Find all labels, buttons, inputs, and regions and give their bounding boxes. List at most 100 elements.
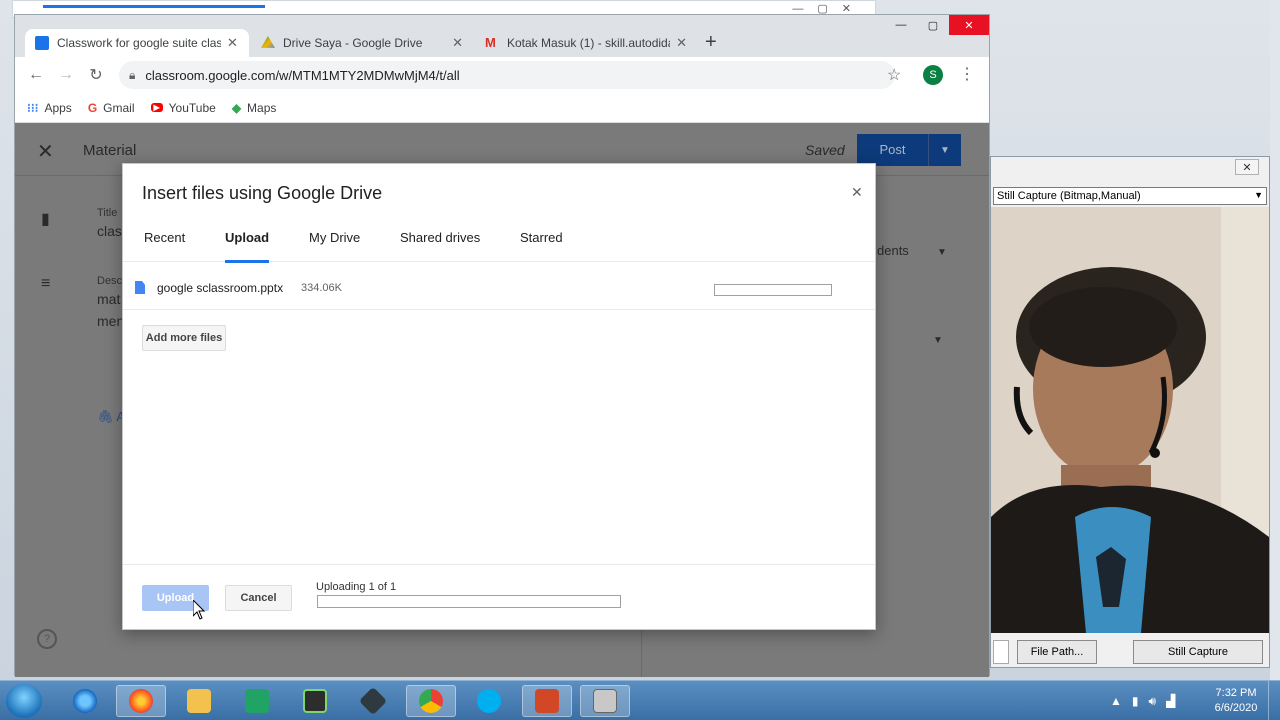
classroom-icon [35, 36, 49, 50]
bookmark-label: YouTube [168, 100, 216, 115]
tab-title: Classwork for google suite classr [57, 36, 221, 50]
tab-title: Kotak Masuk (1) - skill.autodidak [507, 36, 671, 50]
post-label: Post [857, 134, 929, 166]
taskbar-skype[interactable] [464, 685, 514, 717]
tab-upload[interactable]: Upload [225, 230, 270, 263]
total-progress-bar [317, 595, 621, 608]
dropdown-arrow-icon: ▼ [1254, 190, 1263, 200]
taskbar-internet-explorer[interactable] [60, 685, 110, 717]
upload-file-row: google sclassroom.pptx 334.06K [123, 268, 875, 310]
background-window-edge [1270, 0, 1280, 680]
tab-title: Drive Saya - Google Drive [283, 36, 423, 50]
insert-files-dialog: Insert files using Google Drive ✕ Recent… [122, 163, 876, 630]
file-icon [135, 281, 145, 294]
close-icon[interactable]: ✕ [676, 35, 687, 51]
taskbar-firefox[interactable] [116, 685, 166, 717]
bookmark-apps[interactable]: ⁝⁝⁝ Apps [27, 101, 72, 115]
maximize-button[interactable]: ▢ [917, 15, 949, 35]
google-g-icon: G [87, 100, 98, 115]
page-title: Material [83, 142, 137, 159]
menu-dots-icon[interactable]: ⋮ [959, 64, 975, 84]
powerpoint-icon [535, 689, 559, 713]
description-line: men [97, 313, 125, 329]
show-desktop-button[interactable] [1268, 681, 1280, 720]
webcam-video-feed [991, 207, 1269, 633]
file-size: 334.06K [301, 282, 342, 294]
close-icon[interactable]: ✕ [851, 184, 863, 201]
taskbar-nox[interactable] [348, 685, 398, 717]
bookmark-maps[interactable]: ◆ Maps [232, 101, 277, 115]
bookmark-star-icon[interactable]: ☆ [887, 65, 901, 85]
file-name: google sclassroom.pptx [157, 281, 284, 295]
dialog-tabs: Recent Upload My Drive Shared drives Sta… [123, 226, 875, 263]
caret-down-icon[interactable]: ▼ [933, 335, 943, 346]
title-label: Title [97, 207, 118, 219]
tab-drive[interactable]: Drive Saya - Google Drive ✕ [251, 29, 473, 57]
still-capture-button[interactable]: Still Capture [1133, 640, 1263, 664]
clock-time: 7:32 PM [1215, 687, 1257, 699]
taskbar-powerpoint[interactable] [522, 685, 572, 717]
capture-device-value: Still Capture (Bitmap,Manual) [997, 190, 1141, 202]
taskbar-spreadsheet[interactable] [232, 685, 282, 717]
dialog-footer: Upload Cancel Uploading 1 of 1 [123, 564, 875, 630]
show-hidden-icons-icon[interactable]: ▲ [1110, 694, 1122, 708]
caret-down-icon[interactable]: ▼ [937, 247, 947, 258]
students-label: dents [877, 243, 909, 258]
system-tray: ▲ ▮ 🔊︎ ▟ [1110, 685, 1175, 717]
volume-icon[interactable]: 🔊︎ [1149, 694, 1157, 709]
minimize-button[interactable]: — [885, 15, 917, 35]
network-icon[interactable]: ▟ [1166, 694, 1175, 708]
apps-grid-icon: ⁝⁝⁝ [27, 100, 39, 115]
drive-icon [261, 36, 275, 48]
tab-starred[interactable]: Starred [520, 230, 563, 262]
tab-recent[interactable]: Recent [144, 230, 185, 262]
battery-icon[interactable]: ▮ [1132, 694, 1139, 708]
help-icon[interactable]: ? [37, 629, 57, 649]
add-more-files-button[interactable]: Add more files [142, 325, 226, 351]
close-window-button[interactable]: ✕ [949, 15, 989, 35]
url-text: classroom.google.com/w/MTM1MTY2MDMwMjM4/… [145, 67, 460, 83]
browser-toolbar: ← → ↻ 🔒︎ classroom.google.com/w/MTM1MTY2… [15, 57, 989, 93]
bookmark-youtube[interactable]: ▶ YouTube [150, 100, 216, 115]
taskbar-app[interactable] [290, 685, 340, 717]
tab-gmail[interactable]: M Kotak Masuk (1) - skill.autodidak ✕ [475, 29, 697, 57]
taskbar-explorer[interactable] [174, 685, 224, 717]
new-tab-button[interactable]: + [705, 31, 717, 54]
close-icon[interactable]: ✕ [1235, 159, 1259, 175]
attach-label[interactable]: 🖇︎ A [97, 409, 125, 425]
chrome-icon [419, 689, 443, 713]
webcam-person-image [991, 207, 1269, 633]
bookmarks-bar: ⁝⁝⁝ Apps G Gmail ▶ YouTube ◆ Maps [15, 93, 989, 123]
bookmark-label: Maps [247, 100, 277, 115]
start-button[interactable] [6, 684, 42, 718]
bookmark-gmail[interactable]: G Gmail [88, 101, 135, 115]
spreadsheet-icon [245, 689, 269, 713]
post-button[interactable]: Post ▼ [857, 134, 961, 166]
reload-icon[interactable]: ↻ [81, 65, 111, 85]
dropdown-arrow-icon[interactable]: ▼ [929, 145, 961, 156]
back-arrow-icon[interactable]: ← [21, 66, 51, 84]
address-bar[interactable]: 🔒︎ classroom.google.com/w/MTM1MTY2MDMwMj… [119, 61, 895, 89]
saved-status: Saved [805, 142, 845, 158]
tab-classwork[interactable]: Classwork for google suite classr ✕ [25, 29, 249, 57]
tab-my-drive[interactable]: My Drive [309, 230, 360, 262]
paperclip-icon: 🖇︎ [97, 409, 114, 424]
close-icon[interactable]: ✕ [452, 35, 463, 51]
gmail-icon: M [485, 35, 496, 50]
bookmark-label: Gmail [103, 100, 135, 115]
lock-icon: 🔒︎ [129, 67, 136, 82]
taskbar-capture-app[interactable] [580, 685, 630, 717]
capture-device-select[interactable]: Still Capture (Bitmap,Manual) ▼ [993, 187, 1267, 205]
app-icon [303, 689, 327, 713]
tab-shared-drives[interactable]: Shared drives [400, 230, 480, 262]
forward-arrow-icon[interactable]: → [51, 66, 81, 84]
taskbar-clock[interactable]: 7:32 PM 6/6/2020 [1206, 686, 1266, 716]
taskbar-chrome[interactable] [406, 685, 456, 717]
skype-icon [477, 689, 501, 713]
close-icon[interactable]: ✕ [227, 35, 238, 51]
close-icon[interactable]: ✕ [37, 139, 54, 164]
file-path-button[interactable]: File Path... [1017, 640, 1097, 664]
cancel-button[interactable]: Cancel [225, 585, 292, 611]
description-line: mat [97, 291, 121, 307]
profile-avatar[interactable]: S [923, 65, 943, 85]
